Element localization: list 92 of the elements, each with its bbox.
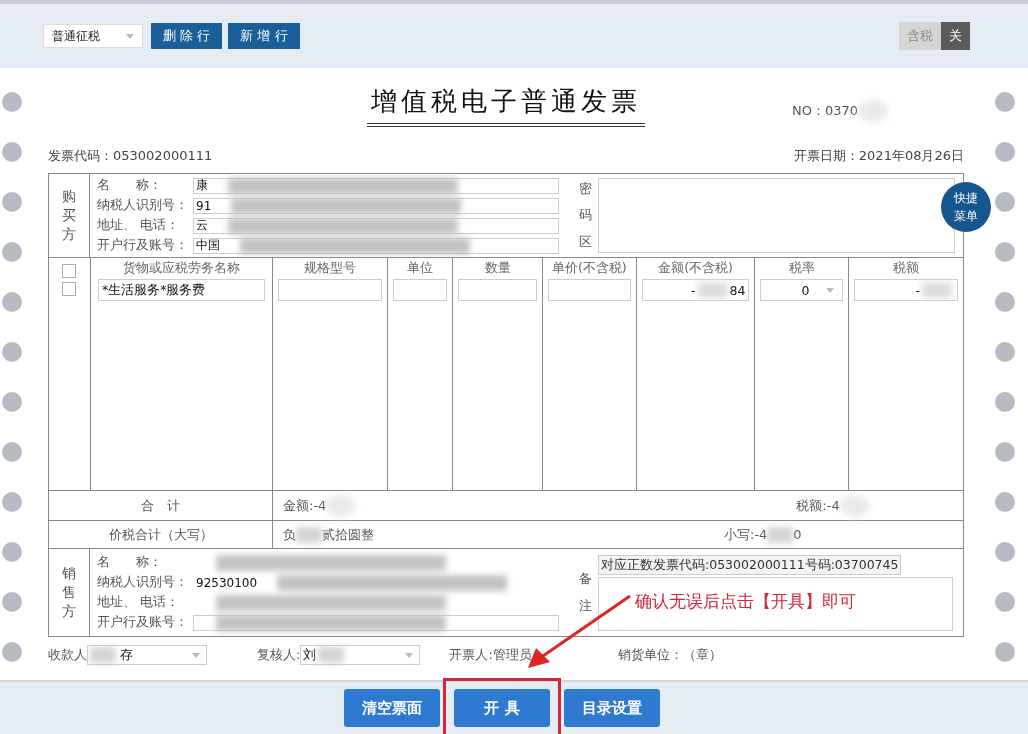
field-label: 纳税人识别号： bbox=[97, 197, 189, 214]
punch-hole bbox=[2, 642, 22, 662]
remark-field[interactable]: 对应正数发票代码:053002000111号码:03700745 bbox=[598, 555, 902, 575]
toolbar-button[interactable]: 删 除 行 bbox=[151, 23, 223, 49]
input-field[interactable]: 云 bbox=[193, 217, 559, 234]
punch-hole bbox=[995, 292, 1015, 312]
column-header: 金额(不含税) bbox=[658, 258, 733, 277]
input-field[interactable]: *生活服务*服务费 bbox=[97, 279, 265, 301]
invoice-date: 开票日期：2021年08月26日 bbox=[793, 146, 964, 165]
invoice-title: 增值税电子普通发票 bbox=[367, 83, 645, 127]
invoice-code: 发票代码：053002000111 bbox=[48, 146, 213, 165]
input-field[interactable]: - bbox=[854, 279, 958, 301]
quick-menu-button[interactable]: 快捷菜单 bbox=[941, 182, 991, 232]
caret-icon bbox=[826, 287, 835, 293]
payee-label: 收款人 bbox=[48, 646, 87, 664]
column-header: 税率 bbox=[788, 258, 815, 277]
reviewer-select[interactable]: 刘 bbox=[300, 645, 421, 665]
section-label: 购买方 bbox=[49, 174, 90, 257]
amount-in-words: 负 bbox=[283, 525, 296, 544]
punch-hole bbox=[995, 642, 1015, 662]
caret-icon bbox=[126, 33, 134, 39]
redaction-blur bbox=[767, 526, 794, 543]
punch-hole bbox=[2, 492, 22, 512]
input-field[interactable]: 92530100 bbox=[193, 574, 559, 591]
column-header: 规格型号 bbox=[303, 258, 356, 277]
punch-hole bbox=[995, 492, 1015, 512]
punch-hole bbox=[2, 342, 22, 362]
tax-toggle-switch[interactable]: 关 bbox=[941, 22, 970, 50]
punch-hole bbox=[995, 342, 1015, 362]
section-label: 密码区 bbox=[577, 179, 593, 251]
column-header: 税额 bbox=[893, 258, 920, 277]
invoice-type-select[interactable]: 普通征税 bbox=[43, 24, 143, 48]
caret-icon bbox=[405, 652, 414, 658]
action-button[interactable]: 开 具 bbox=[454, 689, 550, 727]
total-amount: 金额:-4 bbox=[283, 496, 327, 515]
punch-hole bbox=[995, 242, 1015, 262]
total-label: 价税合计（大写） bbox=[49, 521, 273, 548]
input-field[interactable]: 91 bbox=[193, 197, 559, 214]
input-field[interactable]: - 84 bbox=[641, 279, 750, 301]
punch-hole bbox=[2, 142, 22, 162]
field-label: 地址、 电话： bbox=[97, 594, 180, 611]
input-field[interactable]: 康 bbox=[193, 177, 559, 194]
payee-select[interactable]: 存 bbox=[87, 645, 207, 665]
column-header: 单位 bbox=[407, 258, 434, 277]
column-header: 数量 bbox=[484, 258, 511, 277]
punch-hole bbox=[2, 442, 22, 462]
remark-area[interactable]: 确认无误后点击【开具】即可 bbox=[598, 577, 953, 631]
amount-in-figures: 0 bbox=[793, 527, 802, 542]
action-button[interactable]: 目录设置 bbox=[564, 689, 660, 727]
field-label: 名 称： bbox=[97, 554, 163, 571]
drawer-label: 开票人:管理员 bbox=[449, 646, 532, 664]
action-button[interactable]: 清空票面 bbox=[344, 689, 440, 727]
section-label: 销售方 bbox=[49, 549, 90, 636]
input-field[interactable]: 中国 bbox=[193, 237, 559, 254]
reviewer-label: 复核人: bbox=[257, 646, 301, 664]
field-label: 地址、 电话： bbox=[97, 217, 180, 234]
punch-hole bbox=[995, 592, 1015, 612]
punch-hole bbox=[995, 192, 1015, 212]
redaction-blur bbox=[90, 647, 116, 663]
punch-hole bbox=[995, 142, 1015, 162]
punch-hole bbox=[2, 292, 22, 312]
tax-rate-select[interactable]: 0 bbox=[760, 279, 844, 301]
caret-icon bbox=[192, 652, 200, 658]
field-label: 名 称： bbox=[97, 177, 163, 194]
field-label: 开户行及账号： bbox=[97, 614, 189, 631]
redaction-blur bbox=[318, 647, 345, 663]
total-label: 合 计 bbox=[49, 491, 273, 520]
punch-hole bbox=[2, 192, 22, 212]
punch-hole bbox=[2, 392, 22, 412]
punch-hole bbox=[2, 92, 22, 112]
row-checkbox[interactable] bbox=[62, 264, 77, 278]
toolbar-button[interactable]: 新 增 行 bbox=[228, 23, 300, 49]
amount-in-figures: 小写:-4 bbox=[724, 525, 768, 544]
section-label: 备注 bbox=[577, 569, 593, 615]
annotation-text: 确认无误后点击【开具】即可 bbox=[635, 590, 856, 613]
punch-hole bbox=[995, 392, 1015, 412]
seller-unit-label: 销货单位：（章） bbox=[617, 646, 722, 664]
redaction-blur bbox=[296, 526, 322, 543]
punch-hole bbox=[2, 592, 22, 612]
field-label: 纳税人识别号： bbox=[97, 574, 189, 591]
punch-hole bbox=[2, 542, 22, 562]
punch-hole bbox=[995, 542, 1015, 562]
field-label: 开户行及账号： bbox=[97, 237, 189, 254]
row-checkbox[interactable] bbox=[62, 282, 77, 296]
column-header: 单价(不含税) bbox=[551, 258, 627, 277]
punch-hole bbox=[995, 92, 1015, 112]
total-tax: 税额:-4 bbox=[796, 496, 840, 515]
punch-hole bbox=[2, 242, 22, 262]
punch-hole bbox=[995, 442, 1015, 462]
column-header: 货物或应税劳务名称 bbox=[122, 258, 240, 277]
invoice-number: NO：0370 bbox=[792, 102, 859, 120]
amount-in-words: 贰拾圆整 bbox=[322, 525, 374, 544]
